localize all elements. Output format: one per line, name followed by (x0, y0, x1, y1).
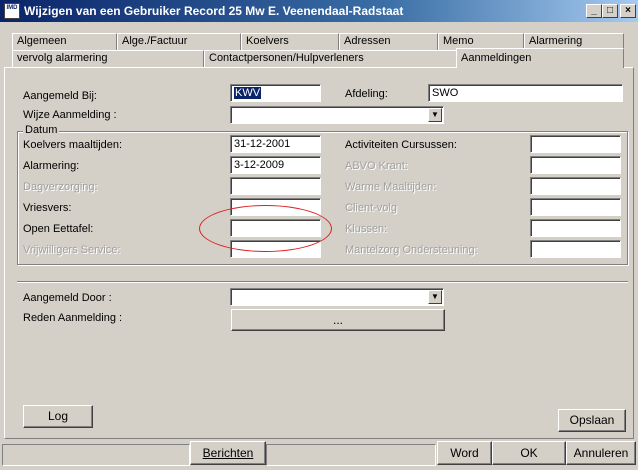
vriesvers-label: Vriesvers: (23, 202, 72, 214)
berichten-label: Berichten (202, 446, 254, 460)
berichten-button[interactable]: Berichten (190, 441, 266, 465)
title-bar[interactable]: IMD Wijzigen van een Gebruiker Record 25… (0, 0, 638, 22)
abvo-krant-label: ABVO Krant: (345, 160, 408, 172)
tab-row-1: Algemeen Alge./Factuur Koelvers Adressen… (4, 33, 634, 50)
save-button[interactable]: Opslaan (558, 409, 626, 432)
klussen-label: Klussen: (345, 223, 388, 235)
word-button[interactable]: Word (437, 441, 492, 465)
aangemeld-door-select[interactable]: ▼ (230, 288, 444, 306)
minimize-button[interactable]: _ (586, 4, 602, 18)
cancel-button[interactable]: Annuleren (566, 441, 636, 465)
afdeling-label: Afdeling: (345, 88, 388, 100)
tab-aanmeldingen[interactable]: Aanmeldingen (456, 48, 624, 68)
tab-algemeen[interactable]: Algemeen (12, 33, 117, 50)
status-cell-left (2, 444, 190, 466)
warme-maaltijden-field[interactable] (530, 177, 621, 195)
koelvers-maaltijden-label: Koelvers maaltijden: (23, 139, 123, 151)
vrijwilligers-service-label: Vrijwilligers Service: (23, 244, 121, 256)
section-divider (17, 281, 628, 283)
chevron-down-icon[interactable]: ▼ (428, 290, 442, 304)
mantelzorg-ondersteuning-field[interactable] (530, 240, 621, 258)
alarmering-label: Alarmering: (23, 160, 80, 172)
koelvers-maaltijden-field[interactable]: 31-12-2001 (230, 135, 321, 153)
wijze-aanmelding-label: Wijze Aanmelding : (23, 109, 117, 121)
tab-koelvers[interactable]: Koelvers (241, 33, 339, 50)
afdeling-field[interactable]: SWO (428, 84, 623, 102)
reden-aanmelding-button[interactable]: ... (231, 309, 445, 331)
annotation-ellipse (199, 205, 332, 252)
status-cell-middle (266, 444, 436, 466)
app-icon: IMD (4, 3, 20, 19)
wijze-aanmelding-select[interactable]: ▼ (230, 106, 444, 124)
reden-aanmelding-label: Reden Aanmelding : (23, 312, 123, 324)
client-volg-label: Client-volg (345, 202, 397, 214)
tab-contactpersonen[interactable]: Contactpersonen/Hulpverleners (204, 50, 458, 67)
aangemeld-bij-field[interactable]: KWV (230, 84, 321, 102)
klussen-field[interactable] (530, 219, 621, 237)
tab-vervolg-alarmering[interactable]: vervolg alarmering (12, 50, 204, 67)
dagverzorging-field[interactable] (230, 177, 321, 195)
aangemeld-door-label: Aangemeld Door : (23, 292, 112, 304)
maximize-button[interactable]: □ (602, 4, 618, 18)
close-button[interactable]: × (620, 4, 636, 18)
open-eettafel-label: Open Eettafel: (23, 223, 94, 235)
datum-group-label: Datum (23, 124, 60, 136)
mantelzorg-ondersteuning-label: Mantelzorg Ondersteuning: (345, 244, 478, 256)
aangemeld-bij-label: Aangemeld Bij: (23, 90, 97, 102)
tab-adressen[interactable]: Adressen (339, 33, 438, 50)
warme-maaltijden-label: Warme Maaltijden: (345, 181, 437, 193)
client-volg-field[interactable] (530, 198, 621, 216)
alarmering-field[interactable]: 3-12-2009 (230, 156, 321, 174)
log-button[interactable]: Log (23, 405, 93, 428)
abvo-krant-field[interactable] (530, 156, 621, 174)
chevron-down-icon[interactable]: ▼ (428, 108, 442, 122)
aangemeld-bij-value: KWV (234, 87, 262, 99)
activiteiten-cursussen-label: Activiteiten Cursussen: (345, 139, 457, 151)
dagverzorging-label: Dagverzorging: (23, 181, 98, 193)
tab-row-2: vervolg alarmering Contactpersonen/Hulpv… (4, 48, 634, 68)
window-title: Wijzigen van een Gebruiker Record 25 Mw … (24, 4, 404, 18)
ok-button[interactable]: OK (492, 441, 566, 465)
tab-alge-factuur[interactable]: Alge./Factuur (117, 33, 241, 50)
activiteiten-cursussen-field[interactable] (530, 135, 621, 153)
